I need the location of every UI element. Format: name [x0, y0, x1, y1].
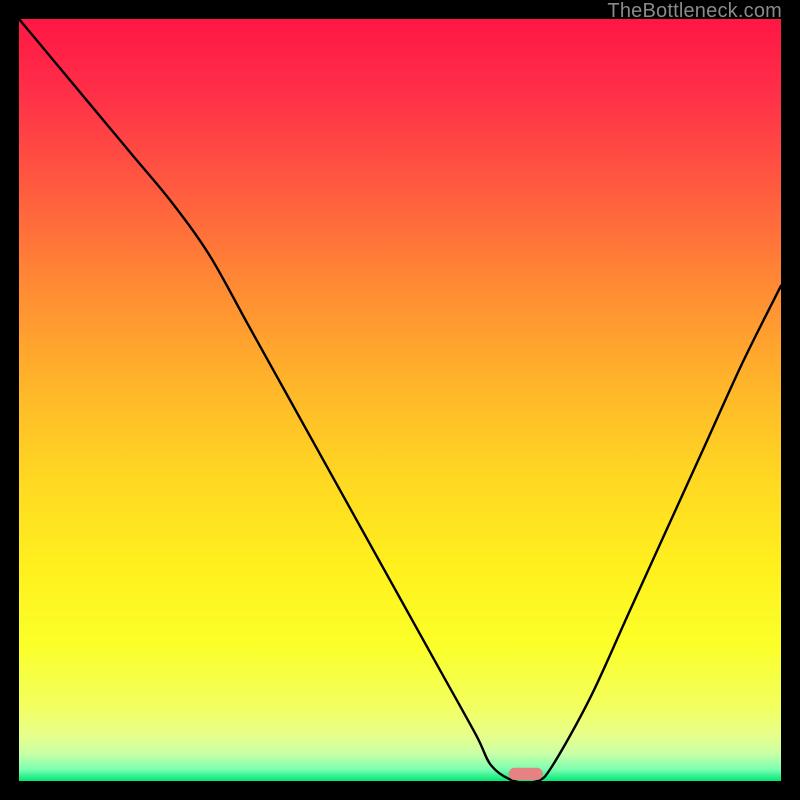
chart-svg: [19, 19, 781, 781]
watermark-text: TheBottleneck.com: [607, 0, 782, 23]
plot-area: [19, 19, 781, 781]
chart-frame: TheBottleneck.com: [0, 0, 800, 800]
highlight-pill: [509, 768, 543, 780]
gradient-background: [19, 19, 781, 781]
